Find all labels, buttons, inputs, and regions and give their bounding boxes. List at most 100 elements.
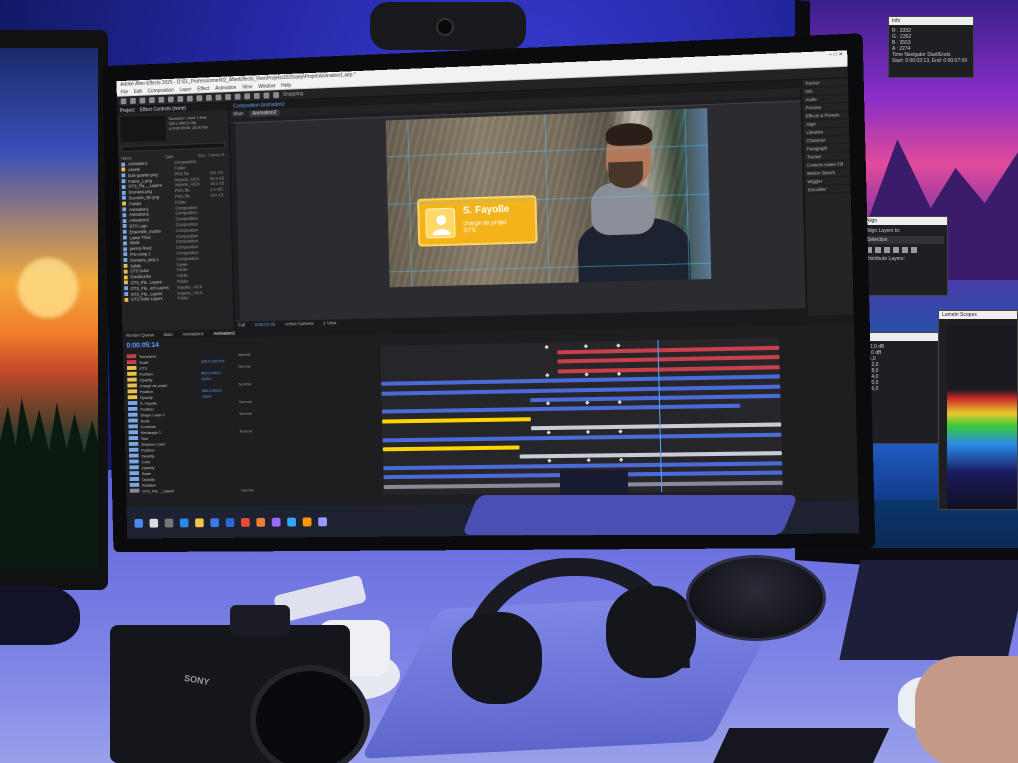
- menu-effect[interactable]: Effect: [197, 86, 209, 92]
- align-middle-icon[interactable]: [902, 247, 908, 253]
- layer-label-color[interactable]: [126, 365, 137, 370]
- rotate-tool-icon[interactable]: [186, 95, 193, 102]
- tab-animation2[interactable]: Animation2: [213, 331, 235, 337]
- aftereffects-icon[interactable]: [271, 517, 281, 527]
- resolution-select[interactable]: Full: [238, 322, 245, 327]
- align-panel[interactable]: Align Align Layers to: Selection Distrib…: [862, 216, 948, 296]
- layer-duration-bar[interactable]: [381, 374, 781, 386]
- keyframe[interactable]: [546, 429, 551, 435]
- keyframe[interactable]: [617, 400, 622, 405]
- layer-value[interactable]: [203, 437, 237, 438]
- keyframe[interactable]: [545, 401, 551, 406]
- lumetri-scopes-panel[interactable]: Lumetri Scopes: [938, 310, 1018, 510]
- layer-blend-mode[interactable]: Normal: [239, 410, 266, 415]
- column-header-frame-rate[interactable]: Frame R...: [209, 152, 228, 158]
- layer-label-color[interactable]: [129, 465, 139, 470]
- layer-value[interactable]: [202, 419, 236, 420]
- snapping-toggle[interactable]: Snapping: [283, 91, 304, 98]
- layer-label-color[interactable]: [129, 471, 139, 476]
- layer-label-color[interactable]: [128, 430, 139, 435]
- layer-duration-bar[interactable]: [382, 432, 782, 442]
- layer-value[interactable]: 100,0,100,0%: [201, 358, 236, 363]
- subtab-animation2[interactable]: Animation2: [249, 109, 280, 117]
- pan-tool-icon[interactable]: [167, 96, 174, 103]
- menu-layer[interactable]: Layer: [180, 87, 192, 93]
- pen-tool-icon[interactable]: [215, 94, 222, 101]
- puppet-tool-icon[interactable]: [273, 92, 280, 99]
- layer-label-color[interactable]: [127, 395, 138, 400]
- keyframe[interactable]: [585, 400, 590, 406]
- keyframe[interactable]: [618, 428, 623, 434]
- menu-edit[interactable]: Edit: [134, 89, 142, 95]
- layer-label-color[interactable]: [127, 389, 138, 394]
- view-layout-select[interactable]: 1 View: [323, 320, 336, 325]
- layer-label-color[interactable]: [129, 459, 139, 464]
- zoom-tool-icon[interactable]: [148, 97, 155, 104]
- layer-label-color[interactable]: [127, 371, 137, 376]
- menu-help[interactable]: Help: [281, 83, 291, 89]
- layer-label-color[interactable]: [129, 482, 140, 487]
- roto-brush-icon[interactable]: [263, 92, 270, 99]
- search-icon[interactable]: [149, 518, 159, 528]
- layer-label-color[interactable]: [127, 400, 138, 406]
- shape-tool-icon[interactable]: [205, 94, 212, 101]
- tab-main[interactable]: Main: [164, 332, 173, 338]
- composition-viewer[interactable]: S. Fayolle chargé de projet GTS: [385, 108, 712, 288]
- layer-label-color[interactable]: [129, 476, 140, 482]
- taskview-icon[interactable]: [164, 518, 174, 528]
- keyframe[interactable]: [584, 344, 589, 349]
- menu-file[interactable]: File: [120, 89, 128, 95]
- info-panel[interactable]: Info R : 3352 G : 2352 B : 3553 A : 2274…: [888, 16, 974, 78]
- close-icon[interactable]: ✕: [839, 52, 844, 58]
- keyframe[interactable]: [586, 429, 591, 434]
- layer-label-color[interactable]: [129, 488, 140, 493]
- project-search-input[interactable]: [120, 142, 226, 153]
- right-panel-item[interactable]: Smoother: [804, 184, 851, 195]
- layer-blend-mode[interactable]: Normal: [239, 398, 266, 403]
- layer-duration-bar[interactable]: [382, 445, 520, 452]
- chrome-icon[interactable]: [240, 517, 250, 527]
- layer-duration-bar[interactable]: [383, 461, 783, 470]
- edge-icon[interactable]: [179, 518, 189, 527]
- layer-label-color[interactable]: [126, 360, 137, 365]
- playhead[interactable]: [656, 340, 662, 493]
- explorer-icon[interactable]: [195, 517, 204, 527]
- layer-value[interactable]: [201, 366, 235, 367]
- align-right-icon[interactable]: [884, 247, 890, 253]
- photoshop-icon[interactable]: [287, 517, 297, 527]
- project-tab[interactable]: Project: [120, 108, 135, 114]
- layer-value[interactable]: [201, 384, 235, 385]
- layer-label-color[interactable]: [128, 424, 138, 429]
- brush-tool-icon[interactable]: [234, 93, 241, 100]
- firefox-icon[interactable]: [256, 517, 266, 527]
- keyframe[interactable]: [618, 457, 624, 462]
- layer-value[interactable]: 960,0,540,0: [201, 387, 236, 392]
- layer-duration-bar[interactable]: [531, 422, 782, 431]
- layer-value[interactable]: 100%: [202, 393, 237, 398]
- layer-label-color[interactable]: [128, 441, 139, 446]
- store-icon[interactable]: [210, 517, 220, 527]
- layer-duration-bar[interactable]: [557, 364, 780, 374]
- align-target-select[interactable]: Selection: [866, 236, 944, 244]
- layer-value[interactable]: [202, 425, 236, 426]
- layer-duration-bar[interactable]: [530, 393, 781, 403]
- lower-third-title[interactable]: S. Fayolle chargé de projet GTS: [417, 195, 538, 247]
- layer-label-color[interactable]: [128, 447, 139, 452]
- menu-view[interactable]: View: [242, 84, 252, 90]
- keyframe[interactable]: [547, 458, 552, 463]
- menu-composition[interactable]: Composition: [148, 88, 174, 95]
- layer-value[interactable]: [202, 413, 236, 414]
- keyframe[interactable]: [544, 344, 549, 350]
- layer-duration-bar[interactable]: [557, 345, 780, 355]
- premiere-icon[interactable]: [318, 516, 328, 526]
- layer-label-color[interactable]: [128, 418, 138, 423]
- column-header-size[interactable]: Size: [198, 153, 206, 158]
- layer-label-color[interactable]: [127, 406, 138, 411]
- layer-value[interactable]: 100%: [201, 375, 236, 381]
- layer-duration-bar[interactable]: [557, 355, 780, 364]
- layer-label-color[interactable]: [126, 354, 137, 359]
- text-tool-icon[interactable]: [225, 94, 231, 101]
- maximize-icon[interactable]: □: [834, 52, 837, 58]
- layer-value[interactable]: [201, 354, 235, 355]
- current-time-display[interactable]: 0:00:05:14: [126, 342, 159, 350]
